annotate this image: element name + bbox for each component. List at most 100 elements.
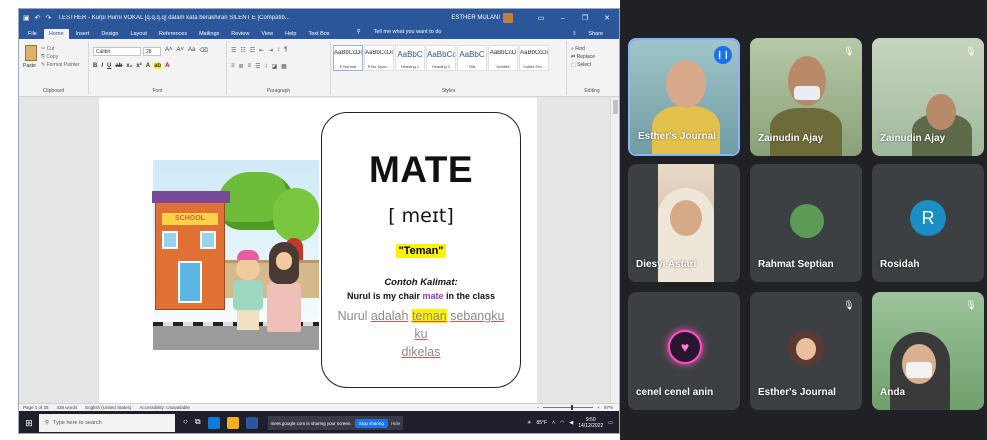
grow-font-icon[interactable]: A˄ xyxy=(165,47,173,54)
edge-icon[interactable] xyxy=(207,417,220,429)
user-account[interactable]: ESTHER MULANI xyxy=(451,13,513,23)
tab-file[interactable]: File xyxy=(23,29,42,39)
ribbon-display-icon[interactable]: ▭ xyxy=(533,14,549,22)
participant-tile[interactable]: 🎙 Zainudin Ajay xyxy=(750,38,862,156)
close-button[interactable]: ✕ xyxy=(599,14,615,22)
tab-layout[interactable]: Layout xyxy=(125,29,152,39)
cut-button[interactable]: ✂ Cut xyxy=(41,45,80,53)
bullets-icon[interactable]: ☰ xyxy=(231,47,236,54)
participant-tile[interactable]: 🎙 Zainudin Ajay xyxy=(872,38,984,156)
borders-icon[interactable]: ▦ xyxy=(281,63,287,70)
zoom-slider[interactable] xyxy=(543,405,594,410)
paste-icon[interactable] xyxy=(25,45,37,61)
font-size-select[interactable]: 28 xyxy=(143,47,161,56)
tab-text-box[interactable]: Text Box xyxy=(303,29,334,39)
tab-review[interactable]: Review xyxy=(226,29,254,39)
align-right-icon[interactable]: ≡ xyxy=(248,63,252,70)
increase-indent-icon[interactable]: ⇥ xyxy=(268,47,273,54)
tab-design[interactable]: Design xyxy=(96,29,123,39)
shading-icon[interactable]: ◪ xyxy=(271,63,277,70)
change-case-icon[interactable]: Aa xyxy=(188,47,195,54)
tab-view[interactable]: View xyxy=(256,29,278,39)
participant-tile[interactable]: 🎙 Esther's Journal xyxy=(750,292,862,410)
style-subtitle[interactable]: AaBbCcD Subtitle xyxy=(488,45,518,71)
word-taskbar-icon[interactable] xyxy=(245,417,258,429)
taskbar-search[interactable]: ⚲ Type here to search xyxy=(39,414,175,432)
share-button[interactable]: ⇪ Share xyxy=(562,29,613,39)
subscript-icon[interactable]: x₂ xyxy=(126,63,132,69)
zoom-level[interactable]: 97% xyxy=(604,405,613,410)
format-painter-button[interactable]: ✎ Format Painter xyxy=(41,61,80,69)
text-effects-icon[interactable]: A xyxy=(146,63,150,69)
multilevel-list-icon[interactable]: ☲ xyxy=(250,47,255,54)
replace-button[interactable]: ⇄ Replace xyxy=(571,53,595,61)
tell-me-box[interactable]: ⚲ Tell me what you want to do xyxy=(347,25,452,39)
tray-chevron-icon[interactable]: ˄ xyxy=(552,420,555,426)
vertical-scrollbar[interactable] xyxy=(610,98,619,403)
save-icon[interactable]: ▣ xyxy=(23,14,30,22)
style-heading-2[interactable]: AaBbCc Heading 2 xyxy=(426,45,456,71)
tab-insert[interactable]: Insert xyxy=(71,29,95,39)
zoom-in-icon[interactable]: + xyxy=(597,405,600,410)
restore-button[interactable]: ❐ xyxy=(577,14,593,22)
tab-help[interactable]: Help xyxy=(280,29,301,39)
underline-icon[interactable]: U xyxy=(107,63,111,69)
pilcrow-icon[interactable]: ¶ xyxy=(284,47,287,54)
accessibility-status[interactable]: Accessibility: Unavailable xyxy=(139,405,190,410)
highlight-icon[interactable]: ab xyxy=(154,63,162,69)
page-count[interactable]: Page 1 of 25 xyxy=(23,405,49,410)
document-page[interactable]: SCHOOL MATE [meɪt] "Teman" Contoh Kalim… xyxy=(99,98,537,403)
notification-icon[interactable]: ▭ xyxy=(608,420,613,426)
participant-tile[interactable]: ♥ cenel cenel anin xyxy=(628,292,740,410)
participant-tile[interactable]: R Rosidah xyxy=(872,164,984,282)
style-title[interactable]: AaBbC Title xyxy=(457,45,487,71)
style-heading-1[interactable]: AaBbC Heading 1 xyxy=(395,45,425,71)
scrollbar-thumb[interactable] xyxy=(613,100,618,114)
weather-icon[interactable]: ☀ xyxy=(527,420,531,426)
bold-icon[interactable]: B xyxy=(93,63,97,69)
redo-icon[interactable]: ↷ xyxy=(46,14,52,22)
style-no-spacing[interactable]: AaBbCcDc ¶ No Spac... xyxy=(364,45,394,71)
select-button[interactable]: ⬚ Select xyxy=(571,61,595,69)
align-left-icon[interactable]: ≡ xyxy=(231,63,235,70)
participant-tile[interactable]: Rahmat Septian xyxy=(750,164,862,282)
style-normal[interactable]: AaBbCcDc ¶ Normal xyxy=(333,45,363,71)
decrease-indent-icon[interactable]: ⇤ xyxy=(259,47,264,54)
italic-icon[interactable]: I xyxy=(101,63,103,69)
tab-home[interactable]: Home xyxy=(43,29,69,39)
tab-references[interactable]: References xyxy=(154,29,192,39)
volume-icon[interactable]: ◀ xyxy=(569,420,573,426)
font-color-icon[interactable]: A xyxy=(165,63,169,69)
minimize-button[interactable]: – xyxy=(555,15,571,22)
tab-mailings[interactable]: Mailings xyxy=(194,29,224,39)
superscript-icon[interactable]: x² xyxy=(136,63,141,69)
undo-icon[interactable]: ↶ xyxy=(35,14,41,22)
hide-share-bar-button[interactable]: Hide xyxy=(391,421,400,426)
word-count[interactable]: 438 words xyxy=(57,405,78,410)
task-view-icon[interactable]: ⧉ xyxy=(195,417,201,429)
clear-formatting-icon[interactable]: ⌫ xyxy=(199,47,207,54)
sort-icon[interactable]: ↕ xyxy=(277,47,280,54)
zoom-slider-thumb[interactable] xyxy=(571,405,574,410)
file-explorer-icon[interactable] xyxy=(226,417,239,429)
clock[interactable]: 9:50 14/12/2022 xyxy=(578,417,603,429)
participant-tile[interactable]: 🎙 Anda xyxy=(872,292,984,410)
shrink-font-icon[interactable]: A˅ xyxy=(177,47,185,54)
document-area[interactable]: SCHOOL MATE [meɪt] "Teman" Contoh Kalim… xyxy=(19,98,619,403)
weather-temp[interactable]: 85°F xyxy=(536,420,547,426)
wifi-icon[interactable]: ◠ xyxy=(560,420,564,426)
line-spacing-icon[interactable]: ↨ xyxy=(264,63,267,70)
stop-sharing-button[interactable]: Stop sharing xyxy=(354,418,388,428)
zoom-out-icon[interactable]: − xyxy=(537,405,540,410)
numbering-icon[interactable]: ☷ xyxy=(240,47,245,54)
find-button[interactable]: ⌕ Find xyxy=(571,45,595,53)
participant-tile[interactable]: ❙❙ Esther's Journal xyxy=(628,38,740,156)
vocabulary-card[interactable]: MATE [ meɪt] "Teman" Contoh Kalimat: Nur… xyxy=(321,112,521,388)
align-center-icon[interactable]: ≣ xyxy=(239,63,244,70)
style-subtle-emphasis[interactable]: AaBbCcDi Subtle Em... xyxy=(519,45,549,71)
strikethrough-icon[interactable]: ab xyxy=(115,63,122,69)
language-status[interactable]: English (United States) xyxy=(85,405,131,410)
copy-button[interactable]: ⎘ Copy xyxy=(41,53,80,61)
windows-start-icon[interactable]: ⊞ xyxy=(19,418,39,429)
participant-tile[interactable]: Diesyi Astari xyxy=(628,164,740,282)
